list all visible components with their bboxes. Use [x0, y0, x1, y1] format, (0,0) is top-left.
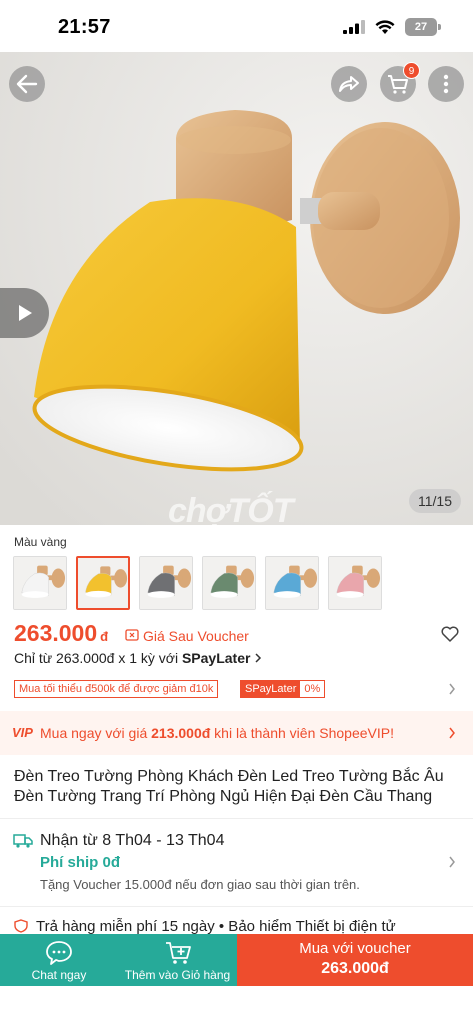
variant-label: Màu vàng [14, 535, 67, 549]
variant-thumbnail[interactable] [76, 556, 130, 610]
back-button[interactable] [9, 66, 45, 102]
status-bar: 21:57 27 [0, 0, 473, 52]
price-row: 263.000 đ Giá Sau Voucher [14, 620, 464, 650]
variant-thumbnail[interactable] [265, 556, 319, 610]
spaylater-tag-percent: 0% [304, 683, 321, 695]
variant-thumbnail[interactable] [328, 556, 382, 610]
product-photo [0, 52, 473, 525]
share-button[interactable] [331, 66, 367, 102]
image-counter: 11/15 [409, 489, 461, 513]
promo-row[interactable]: Mua tối thiểu đ500k để được giảm đ10k SP… [14, 680, 460, 700]
price-unit: đ [100, 629, 109, 644]
watermark: chợTỐT [168, 492, 293, 525]
lamp-thumbnail-image [203, 557, 255, 609]
chevron-right-icon [255, 653, 262, 663]
variant-thumbnail[interactable] [13, 556, 67, 610]
divider [0, 818, 473, 819]
share-icon [339, 76, 359, 92]
status-icons: 27 [343, 18, 441, 36]
price-value: 263.000 [14, 620, 98, 646]
status-time: 21:57 [58, 16, 111, 38]
lamp-thumbnail-image [140, 557, 192, 609]
add-cart-icon [165, 942, 191, 964]
spaylater-prefix: Chỉ từ 263.000đ x 1 kỳ với [14, 650, 182, 666]
product-image-carousel[interactable]: 9 chợTỐT 11/15 [0, 52, 473, 525]
divider [0, 906, 473, 907]
spaylater-brand: SPayLater [181, 650, 251, 666]
buy-label: Mua với voucher [299, 940, 411, 957]
lamp-thumbnail-image [329, 557, 381, 609]
lamp-thumbnail-image [266, 557, 318, 609]
cart-button[interactable]: 9 [380, 62, 420, 102]
vip-prefix: Mua ngay với giá [40, 725, 152, 741]
cart-badge: 9 [403, 62, 420, 79]
shipping-voucher: Tặng Voucher 15.000đ nếu đơn giao sau th… [40, 877, 360, 892]
shield-icon [14, 919, 28, 933]
lamp-thumbnail-image [14, 557, 66, 609]
vip-suffix: khi là thành viên ShopeeVIP! [210, 725, 394, 741]
chevron-right-icon [449, 727, 455, 739]
truck-icon [13, 834, 33, 848]
chevron-right-icon [449, 856, 455, 868]
vip-price: 213.000đ [151, 725, 211, 741]
battery-indicator: 27 [405, 18, 441, 36]
spaylater-tag-label: SPayLater [241, 681, 301, 697]
chat-now-button[interactable]: Chat ngay [0, 934, 118, 986]
buy-with-voucher-button[interactable]: Mua với voucher 263.000đ [237, 934, 473, 986]
vip-badge: VIP [12, 725, 33, 740]
play-video-button[interactable] [0, 288, 49, 338]
voucher-icon [125, 629, 139, 641]
vip-text: Mua ngay với giá 213.000đ khi là thành v… [40, 725, 394, 741]
lamp-thumbnail-image [78, 558, 128, 608]
add-to-cart-button[interactable]: Thêm vào Giỏ hàng [118, 934, 237, 986]
home-indicator-area [0, 986, 473, 1024]
min-order-tag: Mua tối thiểu đ500k để được giảm đ10k [14, 680, 219, 698]
variant-thumbnail[interactable] [139, 556, 193, 610]
variant-thumbnail[interactable] [202, 556, 256, 610]
add-to-cart-label: Thêm vào Giỏ hàng [124, 968, 231, 982]
bottom-action-bar: Chat ngay Thêm vào Giỏ hàng Mua với vouc… [0, 934, 473, 986]
more-vertical-icon [443, 74, 449, 94]
variant-list [13, 556, 382, 610]
guarantee-text: Trả hàng miễn phí 15 ngày • Bảo hiểm Thi… [36, 918, 396, 935]
shipping-fee: Phí ship 0đ [40, 854, 121, 871]
vip-banner[interactable]: VIP Mua ngay với giá 213.000đ khi là thà… [0, 711, 473, 755]
more-button[interactable] [428, 66, 464, 102]
price-after-voucher: Giá Sau Voucher [143, 628, 249, 644]
chat-now-label: Chat ngay [31, 968, 87, 982]
wifi-icon [375, 19, 395, 34]
delivery-date: Nhận từ 8 Th04 - 13 Th04 [40, 832, 225, 849]
spaylater-offer[interactable]: Chỉ từ 263.000đ x 1 kỳ với SPayLater [14, 650, 262, 666]
play-icon [18, 305, 32, 321]
spaylater-tag: SPayLater 0% [240, 680, 326, 698]
chevron-right-icon [449, 683, 455, 695]
signal-icon [343, 20, 365, 34]
product-title: Đèn Treo Tường Phòng Khách Đèn Led Treo … [14, 768, 444, 805]
heart-icon[interactable] [441, 626, 459, 642]
chat-icon [46, 941, 72, 965]
buy-price: 263.000đ [321, 960, 389, 977]
arrow-left-icon [16, 74, 38, 94]
